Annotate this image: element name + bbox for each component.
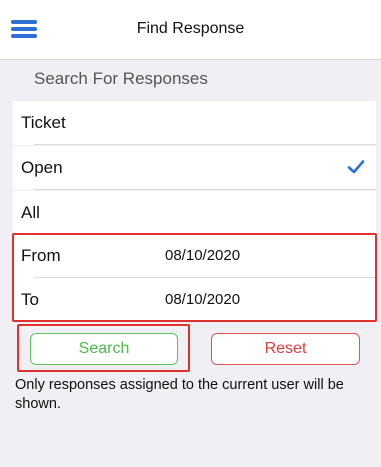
option-label: Ticket	[21, 113, 66, 132]
search-button[interactable]: Search	[30, 333, 178, 365]
info-note: Only responses assigned to the current u…	[15, 377, 344, 412]
option-open[interactable]: Open	[13, 146, 376, 190]
reset-button[interactable]: Reset	[211, 333, 360, 365]
divider	[34, 189, 376, 190]
option-ticket[interactable]: Ticket	[13, 101, 376, 145]
section-label: Search For Responses	[34, 69, 208, 88]
divider	[34, 144, 376, 145]
to-label: To	[21, 290, 39, 309]
option-label: Open	[21, 158, 63, 177]
from-date-value[interactable]: 08/10/2020	[165, 247, 240, 264]
option-all[interactable]: All	[13, 191, 376, 235]
to-date-row[interactable]: To 08/10/2020	[13, 278, 376, 322]
option-label: All	[21, 203, 40, 222]
checkmark-icon	[347, 160, 365, 174]
from-date-row[interactable]: From 08/10/2020	[13, 234, 376, 278]
page-title: Find Response	[136, 20, 245, 37]
from-label: From	[21, 246, 61, 265]
to-date-value[interactable]: 08/10/2020	[165, 291, 240, 308]
app-header: Find Response	[0, 0, 381, 60]
